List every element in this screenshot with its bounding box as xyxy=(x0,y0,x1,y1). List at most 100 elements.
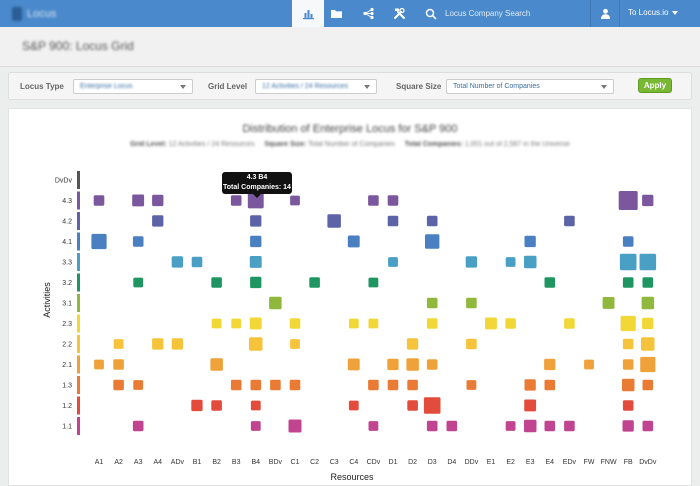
grid-square[interactable] xyxy=(642,194,654,207)
grid-square[interactable] xyxy=(368,421,379,431)
grid-square[interactable] xyxy=(618,191,638,210)
grid-square[interactable] xyxy=(269,296,282,310)
grid-square[interactable] xyxy=(466,338,477,350)
grid-square[interactable] xyxy=(288,419,302,433)
grid-square[interactable] xyxy=(564,215,575,227)
grid-square[interactable] xyxy=(249,317,262,330)
grid-square[interactable] xyxy=(250,215,262,227)
grid-square[interactable] xyxy=(132,236,144,247)
grid-square[interactable] xyxy=(231,318,242,329)
grid-square[interactable] xyxy=(620,315,636,332)
grid-square[interactable] xyxy=(564,318,575,329)
grid-square[interactable] xyxy=(368,277,379,288)
grid-square[interactable] xyxy=(622,420,634,432)
grid-square[interactable] xyxy=(466,380,477,390)
grid-square[interactable] xyxy=(544,420,556,432)
grid-square[interactable] xyxy=(93,195,105,206)
grid-square[interactable] xyxy=(406,358,419,371)
grid-square[interactable] xyxy=(347,235,360,248)
grid-square[interactable] xyxy=(388,257,398,267)
grid-square[interactable] xyxy=(426,297,438,309)
grid-square[interactable] xyxy=(622,236,634,247)
grid-square[interactable] xyxy=(642,317,654,330)
grid-square[interactable] xyxy=(152,194,164,207)
grid-square[interactable] xyxy=(622,338,634,350)
grid-square[interactable] xyxy=(407,379,418,391)
grid-square[interactable] xyxy=(250,421,261,431)
grid-square[interactable] xyxy=(524,235,536,248)
grid-square[interactable] xyxy=(642,420,654,432)
grid-square[interactable] xyxy=(446,420,458,432)
grid-square[interactable] xyxy=(94,359,104,370)
grid-square[interactable] xyxy=(250,235,262,248)
grid-square[interactable] xyxy=(171,338,183,350)
grid-square[interactable] xyxy=(368,195,379,206)
grid-square[interactable] xyxy=(348,400,359,411)
grid-square[interactable] xyxy=(309,277,320,288)
grid-square[interactable] xyxy=(426,420,438,432)
grid-square[interactable] xyxy=(270,379,281,391)
grid-square[interactable] xyxy=(641,337,655,351)
grid-square[interactable] xyxy=(425,234,440,249)
grid-square[interactable] xyxy=(622,400,634,411)
grid-square[interactable] xyxy=(171,256,183,268)
grid-square[interactable] xyxy=(544,277,556,288)
grid-square[interactable] xyxy=(133,277,144,288)
grid-square[interactable] xyxy=(347,358,360,371)
grid-square[interactable] xyxy=(250,379,262,391)
grid-square[interactable] xyxy=(387,195,399,206)
grid-square[interactable] xyxy=(426,215,438,227)
grid-square[interactable] xyxy=(289,379,301,391)
grid-square[interactable] xyxy=(426,359,438,370)
grid-square[interactable] xyxy=(211,277,222,288)
grid-square[interactable] xyxy=(622,277,634,288)
grid-square[interactable] xyxy=(641,296,655,310)
grid-square[interactable] xyxy=(642,277,654,288)
grid-square[interactable] xyxy=(230,195,242,206)
grid-square[interactable] xyxy=(387,358,399,371)
grid-square[interactable] xyxy=(211,318,222,329)
grid-square[interactable] xyxy=(289,318,301,329)
grid-square[interactable] xyxy=(191,256,203,268)
grid-square[interactable] xyxy=(406,338,419,350)
grid-square[interactable] xyxy=(466,297,477,309)
grid-square[interactable] xyxy=(250,400,261,411)
grid-square[interactable] xyxy=(505,257,516,267)
grid-square[interactable] xyxy=(290,195,300,206)
grid-square[interactable] xyxy=(584,359,594,370)
grid-square[interactable] xyxy=(564,420,575,432)
grid-square[interactable] xyxy=(250,276,262,289)
grid-square[interactable] xyxy=(113,339,124,349)
grid-square[interactable] xyxy=(524,255,537,269)
grid-square[interactable] xyxy=(426,318,438,329)
grid-square[interactable] xyxy=(505,421,516,431)
grid-square[interactable] xyxy=(505,318,516,329)
grid-square[interactable] xyxy=(249,337,263,351)
grid-square[interactable] xyxy=(640,356,656,373)
grid-square[interactable] xyxy=(91,233,107,250)
grid-square[interactable] xyxy=(524,379,536,391)
grid-square[interactable] xyxy=(423,397,441,414)
grid-square[interactable] xyxy=(191,399,203,412)
grid-square[interactable] xyxy=(524,399,537,412)
grid-square[interactable] xyxy=(113,379,124,391)
grid-square[interactable] xyxy=(133,380,144,390)
grid-square[interactable] xyxy=(368,379,379,391)
grid-square[interactable] xyxy=(544,379,556,391)
grid-square[interactable] xyxy=(622,378,635,392)
grid-square[interactable] xyxy=(152,338,164,350)
grid-square[interactable] xyxy=(622,359,634,370)
grid-square[interactable] xyxy=(544,358,556,371)
grid-square[interactable] xyxy=(210,358,223,371)
grid-square[interactable] xyxy=(642,379,654,391)
grid-square[interactable] xyxy=(602,297,615,309)
grid-square[interactable] xyxy=(249,256,262,268)
grid-square[interactable] xyxy=(113,359,124,370)
grid-square[interactable] xyxy=(407,400,418,411)
grid-square[interactable] xyxy=(152,215,164,227)
grid-square[interactable] xyxy=(327,214,341,228)
grid-square[interactable] xyxy=(132,420,144,432)
grid-square[interactable] xyxy=(230,379,242,391)
grid-square[interactable] xyxy=(387,379,399,391)
grid-square[interactable] xyxy=(211,400,222,411)
